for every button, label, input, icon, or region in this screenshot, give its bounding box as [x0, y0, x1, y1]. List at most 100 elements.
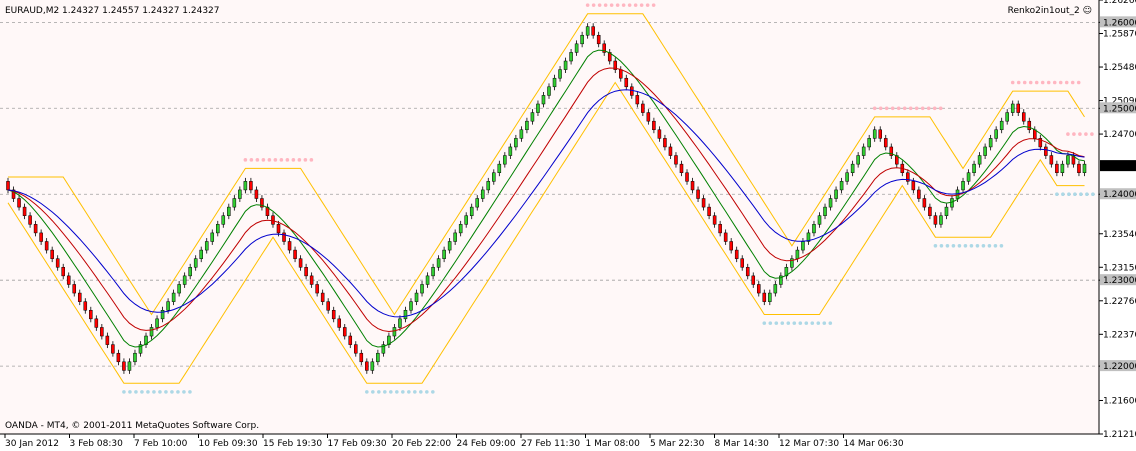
resistance-dot — [255, 158, 260, 162]
down-brick — [630, 86, 634, 96]
down-brick — [1044, 146, 1048, 156]
down-brick — [922, 198, 927, 208]
down-brick — [72, 284, 77, 294]
up-brick — [530, 112, 535, 122]
up-brick — [823, 206, 827, 216]
y-tick-label: 1.25480 — [1103, 63, 1136, 73]
support-dot — [176, 390, 180, 394]
x-tick-label: 20 Feb 22:00 — [392, 439, 451, 449]
resistance-dot — [914, 106, 919, 111]
support-dot — [951, 243, 956, 248]
up-brick — [817, 215, 822, 225]
resistance-dot — [597, 3, 602, 7]
down-brick — [679, 163, 684, 173]
down-brick — [50, 249, 54, 259]
x-tick-label: 27 Feb 11:30 — [521, 439, 580, 449]
down-brick — [1049, 155, 1054, 165]
y-tick-label: 1.26000 — [1103, 18, 1136, 28]
up-brick — [552, 77, 557, 88]
down-brick — [757, 284, 761, 294]
up-brick — [574, 43, 579, 53]
support-dot — [774, 321, 779, 325]
resistance-dot — [1052, 80, 1057, 85]
support-dot — [431, 390, 435, 394]
support-dot — [140, 390, 144, 394]
up-brick — [944, 206, 949, 216]
up-brick — [983, 146, 987, 156]
down-brick — [933, 215, 938, 225]
down-brick — [359, 352, 364, 363]
resistance-dot — [1016, 80, 1021, 85]
up-brick — [856, 155, 860, 165]
down-brick — [6, 181, 10, 191]
up-brick — [1082, 163, 1087, 173]
price-chart[interactable]: 1.262601.260001.258701.254801.250901.250… — [0, 0, 1136, 451]
support-dot — [939, 243, 944, 248]
down-brick — [28, 215, 32, 225]
resistance-dot — [309, 158, 314, 162]
down-brick — [917, 189, 921, 199]
up-brick — [569, 52, 573, 62]
support-dot — [1073, 192, 1077, 197]
up-brick — [188, 267, 192, 277]
down-brick — [1021, 112, 1026, 122]
resistance-dot — [273, 158, 278, 162]
down-brick — [83, 301, 88, 311]
x-tick-label: 15 Feb 19:30 — [263, 439, 322, 449]
up-brick — [193, 258, 198, 268]
up-brick — [1066, 155, 1070, 165]
up-brick — [392, 327, 397, 337]
up-brick — [1060, 163, 1065, 173]
up-brick — [442, 249, 446, 259]
resistance-dot — [591, 3, 596, 7]
resistance-dot — [902, 106, 907, 111]
down-brick — [326, 301, 330, 311]
up-brick — [204, 241, 209, 251]
support-dot — [762, 321, 767, 325]
down-brick — [1055, 163, 1059, 173]
down-brick — [44, 241, 49, 251]
up-brick — [1005, 112, 1009, 122]
support-dot — [122, 390, 126, 394]
support-dot — [981, 243, 986, 248]
current-price-label: 1.24327 — [1103, 162, 1136, 172]
down-brick — [928, 206, 932, 216]
down-brick — [718, 224, 722, 234]
support-dot — [1091, 192, 1095, 197]
resistance-dot — [908, 106, 913, 111]
up-brick — [558, 69, 562, 79]
support-dot — [377, 390, 381, 394]
resistance-dot — [639, 3, 644, 7]
y-tick-label: 1.22370 — [1103, 330, 1136, 340]
up-brick — [1010, 103, 1015, 113]
support-dot — [383, 390, 387, 394]
down-brick — [354, 344, 358, 354]
resistance-dot — [285, 158, 290, 162]
resistance-dot — [243, 158, 248, 162]
up-brick — [525, 120, 529, 131]
up-brick — [425, 275, 430, 285]
resistance-dot — [1010, 80, 1015, 85]
resistance-dot — [1022, 80, 1027, 85]
y-tick-label: 1.22000 — [1103, 362, 1136, 372]
down-brick — [635, 95, 640, 105]
x-tick-label: 1 Mar 08:00 — [586, 439, 641, 449]
resistance-dot — [1040, 80, 1045, 85]
support-dot — [389, 390, 393, 394]
up-brick — [503, 155, 507, 165]
down-brick — [105, 335, 110, 345]
y-tick-label: 1.23540 — [1103, 230, 1136, 240]
down-brick — [734, 249, 739, 259]
up-brick — [243, 181, 248, 191]
down-brick — [22, 206, 27, 216]
support-dot — [798, 321, 803, 325]
down-brick — [365, 361, 369, 371]
up-brick — [773, 284, 778, 294]
up-brick — [950, 198, 954, 208]
down-brick — [685, 172, 689, 182]
support-dot — [768, 321, 773, 325]
support-dot — [182, 390, 186, 394]
support-dot — [975, 243, 980, 248]
down-brick — [249, 181, 253, 191]
support-dot — [1067, 192, 1071, 197]
